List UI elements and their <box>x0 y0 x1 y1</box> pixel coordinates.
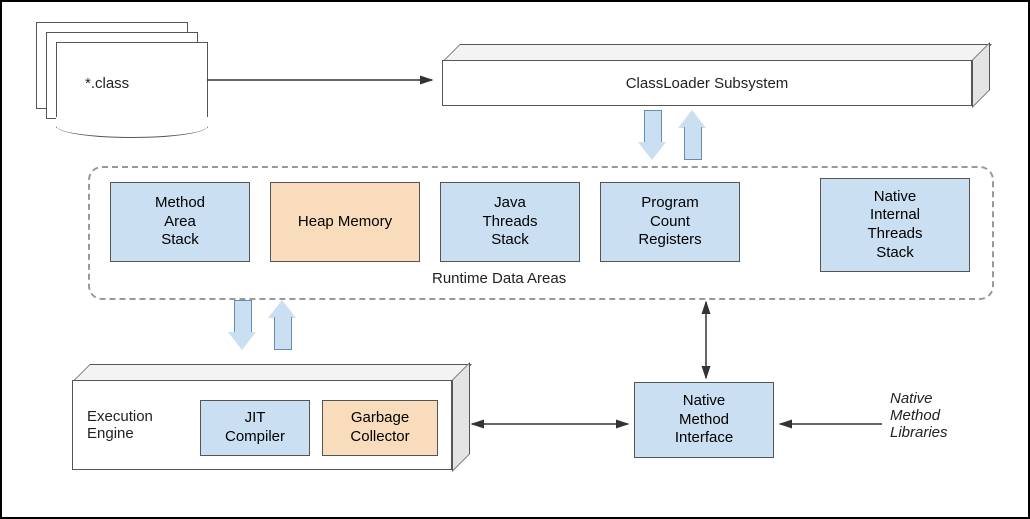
pc-registers-label: Program Count Registers <box>638 194 701 250</box>
pc-registers-box: Program Count Registers <box>600 182 740 262</box>
arrow-exec-to-runtime <box>268 300 296 350</box>
jvm-architecture-diagram: *.class ClassLoader Subsystem Method Are… <box>0 0 1030 519</box>
native-method-libraries-label: Native Method Libraries <box>890 390 948 441</box>
jit-compiler-label: JIT Compiler <box>225 409 285 447</box>
native-method-interface-label: Native Method Interface <box>675 392 733 448</box>
heap-memory-label: Heap Memory <box>298 213 392 232</box>
arrow-runtime-nmi <box>696 298 716 384</box>
arrow-loader-to-runtime <box>638 110 666 160</box>
arrow-nml-nmi <box>774 414 886 434</box>
execution-engine-label: Execution Engine <box>87 408 153 442</box>
garbage-collector-box: Garbage Collector <box>322 400 438 456</box>
arrow-runtime-to-loader <box>678 110 706 160</box>
runtime-title: Runtime Data Areas <box>432 270 566 287</box>
java-threads-box: Java Threads Stack <box>440 182 580 262</box>
method-area-box: Method Area Stack <box>110 182 250 262</box>
garbage-collector-label: Garbage Collector <box>350 409 409 447</box>
java-threads-label: Java Threads Stack <box>482 194 537 250</box>
native-threads-box: Native Internal Threads Stack <box>820 178 970 272</box>
arrow-exec-nmi <box>468 414 634 434</box>
arrow-runtime-to-exec <box>228 300 256 350</box>
classloader-label: ClassLoader Subsystem <box>626 75 789 92</box>
class-file-label: *.class <box>85 75 129 92</box>
heap-memory-box: Heap Memory <box>270 182 420 262</box>
method-area-label: Method Area Stack <box>155 194 205 250</box>
native-method-interface-box: Native Method Interface <box>634 382 774 458</box>
jit-compiler-box: JIT Compiler <box>200 400 310 456</box>
native-threads-label: Native Internal Threads Stack <box>867 188 922 263</box>
arrow-class-to-loader <box>207 70 437 90</box>
